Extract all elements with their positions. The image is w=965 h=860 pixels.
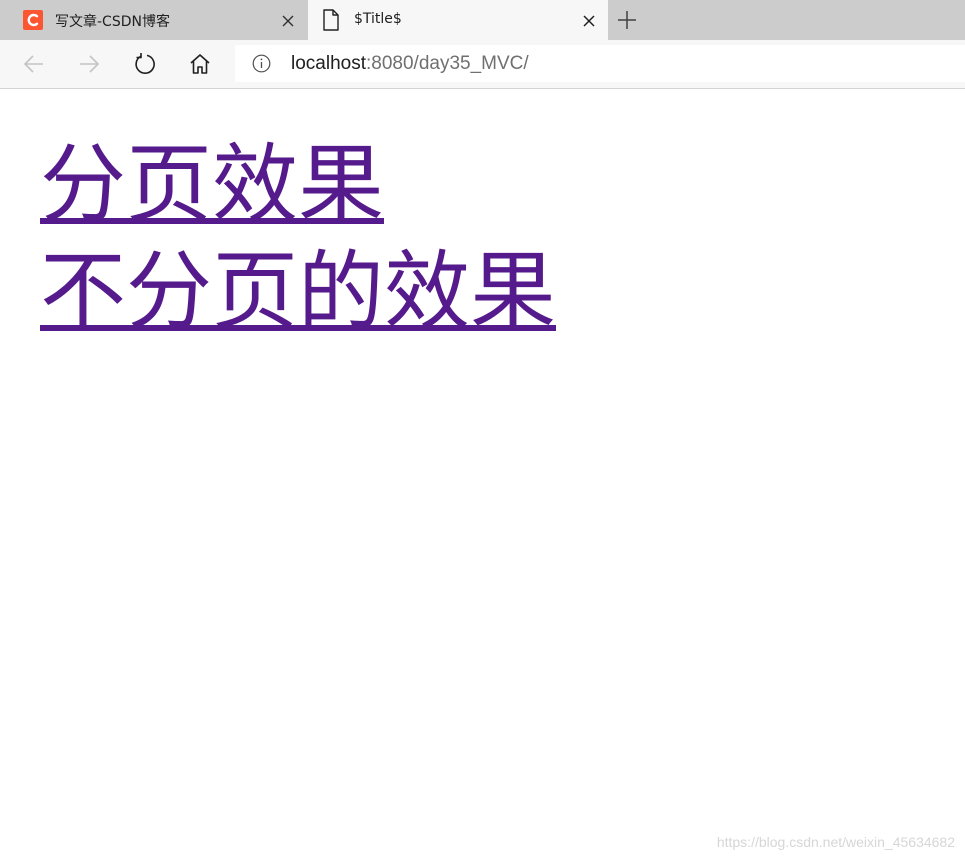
page-content: 分页效果 不分页的效果 [40, 132, 556, 346]
unpaged-effect-link[interactable]: 不分页的效果 [40, 239, 556, 346]
document-icon [321, 9, 341, 31]
url-text: localhost:8080/day35_MVC/ [291, 53, 529, 75]
info-icon[interactable] [252, 54, 271, 73]
csdn-logo-icon [23, 10, 43, 30]
url-host: localhost [291, 53, 366, 74]
back-arrow-icon[interactable] [22, 52, 46, 76]
tab-strip: 写文章-CSDN博客 $Title$ [0, 0, 965, 40]
close-icon[interactable] [582, 13, 596, 27]
home-icon[interactable] [188, 52, 212, 76]
close-icon[interactable] [281, 13, 295, 27]
tab-title: $Title$ [354, 11, 402, 27]
address-bar[interactable]: localhost:8080/day35_MVC/ [235, 45, 965, 82]
csdn-watermark: https://blog.csdn.net/weixin_45634682 [716, 834, 955, 850]
tab-csdn[interactable]: 写文章-CSDN博客 [0, 0, 307, 40]
tab-title-page[interactable]: $Title$ [308, 0, 608, 40]
browser-toolbar: localhost:8080/day35_MVC/ [0, 40, 965, 89]
new-tab-icon[interactable] [617, 10, 637, 30]
url-path: :8080/day35_MVC/ [366, 53, 529, 74]
refresh-icon[interactable] [133, 52, 157, 76]
tab-title: 写文章-CSDN博客 [55, 14, 170, 30]
forward-arrow-icon[interactable] [77, 52, 101, 76]
paged-effect-link[interactable]: 分页效果 [40, 132, 556, 239]
